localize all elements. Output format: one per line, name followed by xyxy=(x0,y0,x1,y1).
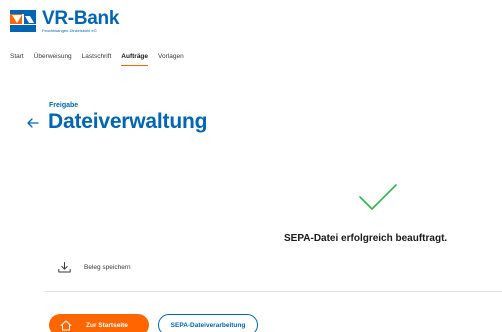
download-icon xyxy=(58,262,71,273)
divider xyxy=(44,291,502,292)
brand-name: VR-Bank xyxy=(42,8,120,29)
nav-item-lastschrift[interactable]: Lastschrift xyxy=(82,52,112,66)
brand-subtitle: Feuchtwangen-Dinkelsbühl eG xyxy=(42,28,97,33)
success-message: SEPA-Datei erfolgreich beauftragt. xyxy=(284,233,448,244)
vr-bank-logo[interactable]: VR-Bank Feuchtwangen-Dinkelsbühl eG xyxy=(10,8,119,34)
arrow-left-icon[interactable] xyxy=(26,116,40,130)
home-button-label: Zur Startseite xyxy=(86,321,128,329)
nav-item-start[interactable]: Start xyxy=(10,52,24,66)
sepa-processing-button[interactable]: SEPA-Dateiverarbeitung xyxy=(158,314,258,332)
page-title: Dateiverwaltung xyxy=(48,110,208,133)
checkmark-icon xyxy=(359,184,397,210)
page-pre-title: Freigabe xyxy=(49,102,79,109)
nav-item-vorlagen[interactable]: Vorlagen xyxy=(158,52,184,66)
main-nav: Start Überweisung Lastschrift Aufträge V… xyxy=(10,52,184,66)
sepa-processing-button-label: SEPA-Dateiverarbeitung xyxy=(170,321,246,329)
nav-item-auftraege[interactable]: Aufträge xyxy=(121,52,149,66)
app-header: VR-Bank Feuchtwangen-Dinkelsbühl eG Star… xyxy=(0,0,502,72)
vr-bank-logo-icon xyxy=(10,10,36,32)
save-receipt-label: Beleg speichern xyxy=(84,264,131,271)
home-icon xyxy=(60,320,72,330)
save-receipt-link[interactable]: Beleg speichern xyxy=(58,262,131,273)
home-button[interactable]: Zur Startseite xyxy=(49,314,149,332)
nav-item-ueberweisung[interactable]: Überweisung xyxy=(34,52,72,66)
